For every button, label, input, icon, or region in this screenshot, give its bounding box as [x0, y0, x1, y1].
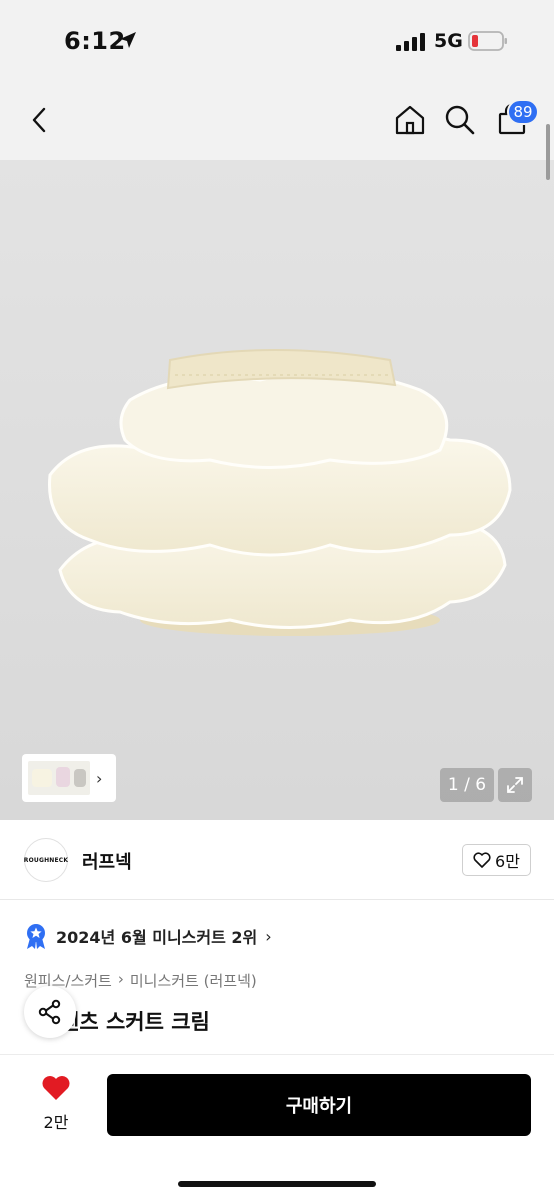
location-arrow-icon: [120, 32, 136, 48]
signal-icon: [396, 33, 425, 51]
gallery-thumbnail-strip[interactable]: ›: [22, 754, 116, 802]
brand-name[interactable]: 러프넥: [82, 848, 132, 874]
breadcrumb-separator-icon: ›: [117, 970, 124, 988]
chevron-right-icon: ›: [96, 768, 103, 788]
top-nav-bar: [0, 84, 554, 160]
product-image-gallery[interactable]: › 1 / 6: [0, 160, 554, 820]
status-bar: 6:12 5G: [0, 0, 554, 84]
product-photo-ruffle-skirt: [48, 349, 512, 636]
home-button[interactable]: [390, 100, 430, 140]
search-icon: [445, 105, 475, 135]
ranking-link[interactable]: 2024년 6월 미니스커트 2위 ›: [24, 922, 272, 950]
scroll-indicator: [546, 124, 550, 180]
network-label: 5G: [434, 30, 463, 52]
breadcrumb-category[interactable]: 원피스/스커트: [24, 970, 112, 991]
status-time: 6:12: [64, 27, 126, 55]
brand-logo[interactable]: ROUGHNECK: [24, 838, 68, 882]
rank-badge-icon: [27, 924, 45, 949]
buy-button[interactable]: 구매하기: [107, 1074, 531, 1136]
expand-image-button[interactable]: [498, 768, 532, 802]
search-button[interactable]: [440, 100, 480, 140]
cart-count-badge: 89: [507, 99, 539, 125]
home-icon: [395, 105, 425, 135]
heart-outline-icon: [473, 852, 491, 868]
home-indicator: [178, 1181, 376, 1187]
breadcrumb-subcategory[interactable]: 미니스커트 (러프넥): [130, 970, 257, 991]
brand-row[interactable]: ROUGHNECK 러프넥 6만: [0, 820, 554, 900]
wishlist-button[interactable]: 2만: [28, 1075, 84, 1133]
brand-like-button[interactable]: 6만: [462, 844, 531, 876]
chevron-right-icon: ›: [265, 926, 272, 946]
wishlist-count: 2만: [43, 1113, 69, 1132]
chevron-left-icon: [32, 107, 46, 133]
share-button[interactable]: [24, 986, 76, 1038]
thumbnail-image: [28, 761, 90, 795]
brand-like-count: 6만: [495, 852, 520, 871]
bottom-action-bar: 2만 구매하기: [0, 1054, 554, 1200]
expand-icon: [507, 777, 523, 793]
image-page-indicator: 1 / 6: [440, 768, 494, 802]
battery-icon: [468, 31, 507, 51]
heart-filled-icon: [42, 1076, 70, 1100]
back-button[interactable]: [20, 100, 60, 140]
ranking-text: 2024년 6월 미니스커트 2위: [56, 928, 258, 947]
share-icon: [38, 999, 61, 1025]
product-title: 팬츠 스커트 크림: [60, 1010, 210, 1034]
